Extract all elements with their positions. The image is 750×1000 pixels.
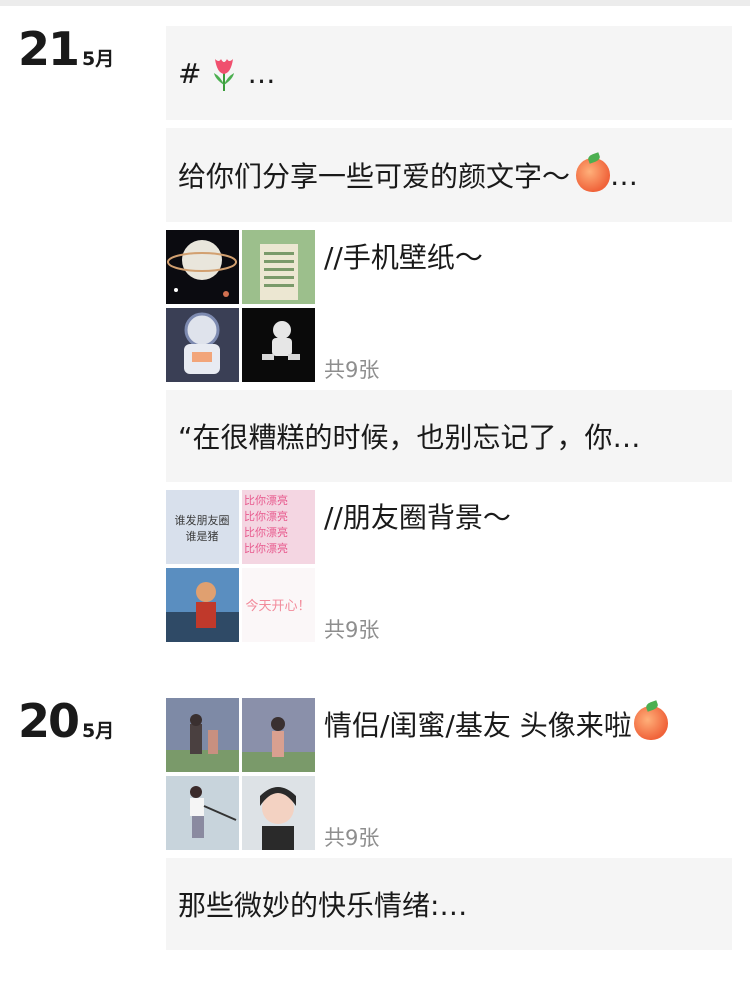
photo-thumbnail[interactable] [166,698,239,772]
photo-post[interactable]: 情侣/闺蜜/基友 头像来啦 共9张 [166,698,732,854]
thumb-text-line: 谁发朋友圈 [175,513,230,527]
post-text: “在很糟糕的时候，也别忘记了，你… [178,421,641,454]
post-title: //手机壁纸～ [324,241,483,274]
post-title: //朋友圈背景～ [324,501,511,534]
post-suffix: … [610,158,639,192]
date-month: 5月 [82,48,115,70]
photo-thumbnail[interactable] [242,308,315,382]
photo-thumbnail[interactable] [242,230,315,304]
photo-post[interactable]: 谁发朋友圈谁是猪 比你漂亮 比你漂亮 比你漂亮 比你漂亮 今天开心！ //朋友圈… [166,490,732,646]
photo-count: 共9张 [324,358,380,382]
photo-grid[interactable] [166,230,316,386]
photo-grid[interactable]: 谁发朋友圈谁是猪 比你漂亮 比你漂亮 比你漂亮 比你漂亮 今天开心！ [166,490,316,646]
post-title-text: 情侣/闺蜜/基友 头像来啦 [324,709,632,742]
photo-thumbnail[interactable] [166,568,239,642]
top-divider [0,0,750,6]
photo-thumbnail[interactable] [166,776,239,850]
hashtag: # [178,56,202,90]
photo-thumbnail[interactable]: 今天开心！ [242,568,315,642]
date-month: 5月 [82,720,115,742]
text-post[interactable]: “在很糟糕的时候，也别忘记了，你… [166,390,732,482]
photo-grid[interactable] [166,698,316,854]
peach-icon [576,158,611,192]
tulip-icon [211,55,237,91]
photo-count: 共9张 [324,826,380,850]
post-title: 情侣/闺蜜/基友 头像来啦 [324,704,668,744]
date-label: 21 5月 [18,26,114,72]
photo-post[interactable]: //手机壁纸～ 共9张 [166,230,732,386]
thumb-text: 今天开心！ [245,598,310,614]
post-text: 那些微妙的快乐情绪:… [178,889,468,922]
date-day: 20 [18,694,80,748]
post-text: 给你们分享一些可爱的颜文字～ [178,160,571,193]
peach-icon [633,706,668,740]
photo-count: 共9张 [324,618,380,642]
photo-thumbnail[interactable]: 比你漂亮 比你漂亮 比你漂亮 比你漂亮 [242,490,315,564]
thumb-text: 比你漂亮 [244,493,288,507]
text-post[interactable]: 那些微妙的快乐情绪:… [166,858,732,950]
photo-thumbnail[interactable]: 谁发朋友圈谁是猪 [166,490,239,564]
thumb-text: 比你漂亮 [244,525,288,539]
photo-thumbnail[interactable] [166,230,239,304]
date-label: 20 5月 [18,698,114,744]
thumb-text: 比你漂亮 [244,541,288,555]
photo-thumbnail[interactable] [242,698,315,772]
photo-thumbnail[interactable] [166,308,239,382]
date-day: 21 [18,22,80,76]
thumb-text-line: 谁是猪 [186,530,219,543]
post-text: … [247,56,276,90]
photo-thumbnail[interactable] [242,776,315,850]
thumb-text: 比你漂亮 [244,509,288,523]
text-post[interactable]: 给你们分享一些可爱的颜文字～ … [166,128,732,222]
text-post[interactable]: # … [166,26,732,120]
